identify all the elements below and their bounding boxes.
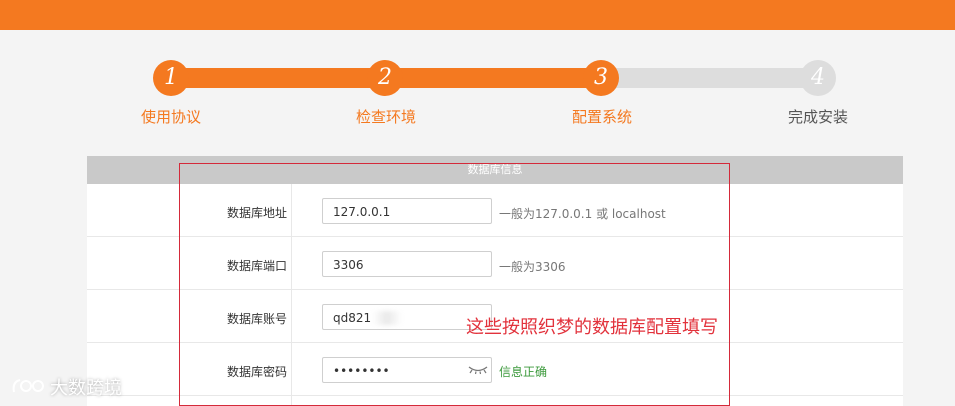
watermark-logo-icon [12, 379, 44, 393]
progress-line-remaining [601, 68, 817, 88]
step-4-label: 完成安装 [787, 108, 848, 126]
step-3-circle: 3 [583, 60, 619, 96]
step-1-circle: 1 [153, 60, 189, 96]
step-1-label: 使用协议 [140, 108, 201, 126]
step-2-circle: 2 [367, 60, 403, 96]
step-4-circle: 4 [800, 60, 836, 96]
header-bar [0, 0, 955, 30]
step-2-label: 检查环境 [355, 108, 416, 126]
watermark: 大数跨境 [10, 374, 122, 400]
annotation-highlight-box [179, 163, 730, 406]
step-3-label: 配置系统 [571, 108, 632, 126]
annotation-text: 这些按照织梦的数据库配置填写 [466, 317, 718, 338]
watermark-text: 大数跨境 [50, 378, 122, 399]
